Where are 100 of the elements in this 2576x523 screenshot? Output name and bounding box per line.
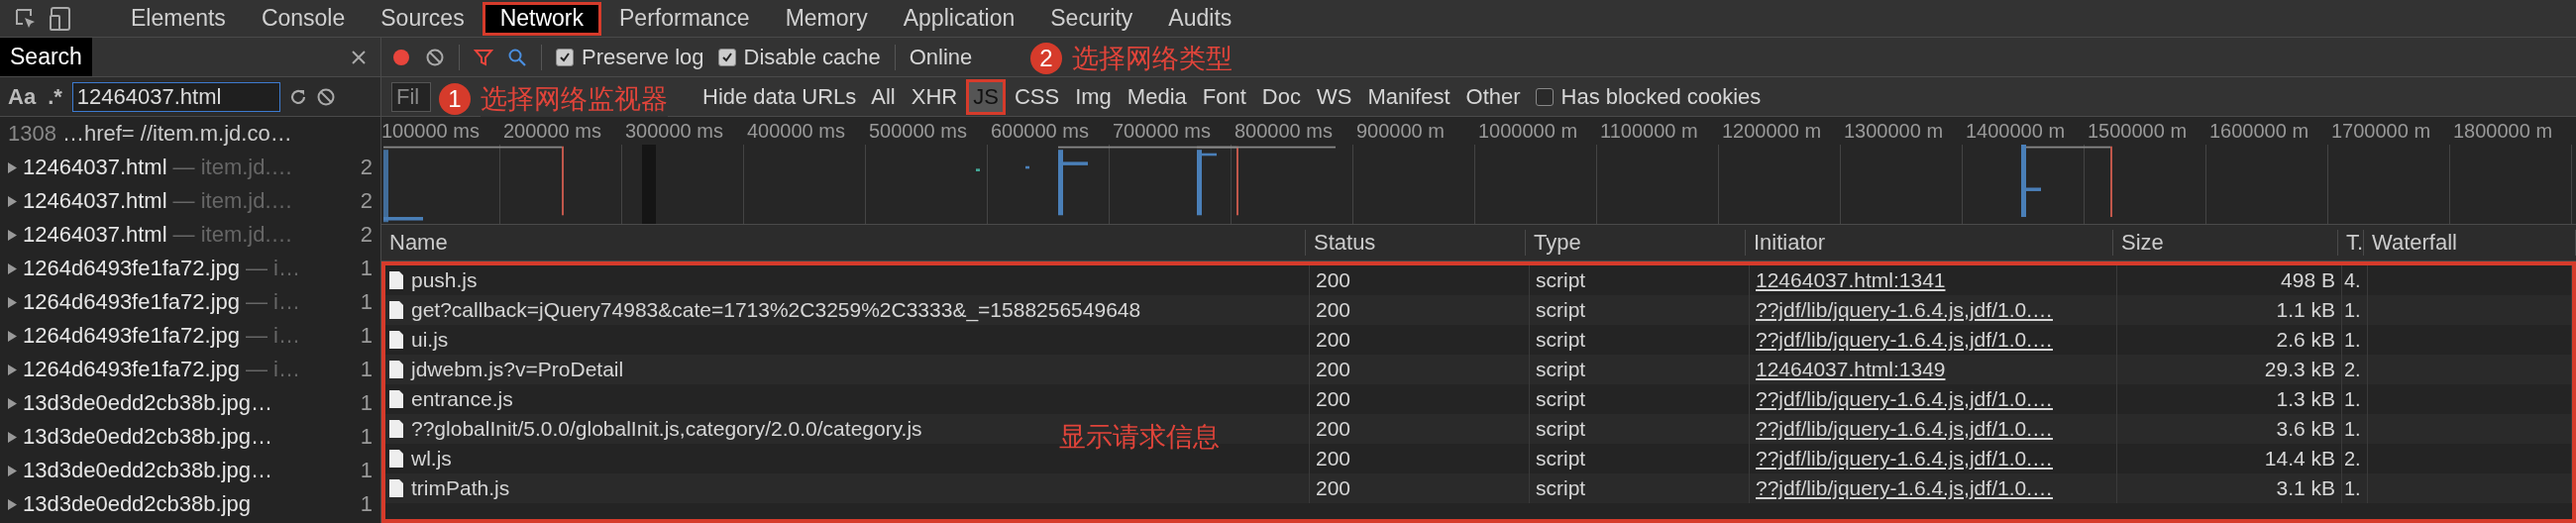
tab[interactable]: Sources <box>363 1 483 36</box>
expand-icon[interactable] <box>8 498 17 510</box>
timeline-tick-label: 400000 ms <box>747 119 846 143</box>
result-source: — i… <box>246 323 300 349</box>
search-tab[interactable]: Search <box>0 38 92 76</box>
expand-icon[interactable] <box>8 397 17 409</box>
result-file[interactable]: 13d3de0edd2cb38b.jpg… <box>23 458 272 483</box>
filter-icon[interactable] <box>474 47 493 67</box>
result-file[interactable]: 13d3de0edd2cb38b.jpg… <box>23 390 272 416</box>
checkbox[interactable] <box>1535 87 1554 106</box>
type-filter[interactable]: Manifest <box>1360 78 1457 115</box>
checkbox-label[interactable]: Has blocked cookies <box>1560 83 1762 110</box>
type-filter[interactable]: Media <box>1120 78 1194 115</box>
type-filter[interactable]: All <box>864 78 903 115</box>
expand-icon[interactable] <box>8 195 17 207</box>
clear-icon[interactable] <box>425 47 445 67</box>
request-name[interactable]: get?callback=jQuery74983&cate=1713%2C3259%2C3333&_=1588256549648 <box>411 298 1141 322</box>
annotation-text: 显示请求信息 <box>1059 421 1220 454</box>
column-header[interactable]: T. <box>2338 230 2364 256</box>
tab[interactable]: Security <box>1032 1 1151 36</box>
record-icon[interactable] <box>391 47 411 67</box>
size-cell: 3.6 kB <box>2276 417 2335 441</box>
checkbox-label[interactable]: Hide data URLs <box>702 83 857 110</box>
initiator-link[interactable]: ??jdf/lib/jquery-1.6.4.js,jdf/1.0.… <box>1756 387 2053 411</box>
expand-icon[interactable] <box>8 465 17 476</box>
clear-icon[interactable] <box>315 86 336 107</box>
expand-icon[interactable] <box>8 296 17 308</box>
request-name[interactable]: push.js <box>411 268 478 292</box>
column-header[interactable]: Type <box>1526 230 1746 256</box>
match-count: 2 <box>360 188 373 214</box>
initiator-link[interactable]: ??jdf/lib/jquery-1.6.4.js,jdf/1.0.… <box>1756 328 2053 352</box>
checkbox[interactable] <box>556 48 574 66</box>
tab[interactable]: Elements <box>113 1 244 36</box>
result-file[interactable]: 1264d6493fe1fa72.jpg <box>23 323 240 349</box>
search-icon[interactable] <box>507 47 527 67</box>
status-cell: 200 <box>1316 476 1351 500</box>
tab[interactable]: Network <box>482 1 601 36</box>
type-filter[interactable]: Other <box>1458 78 1528 115</box>
column-header[interactable]: Waterfall <box>2364 230 2576 256</box>
type-filter[interactable]: Img <box>1068 78 1119 115</box>
type-filter[interactable]: Doc <box>1254 78 1308 115</box>
throttling-select[interactable]: Online <box>909 44 973 70</box>
column-header[interactable]: Size <box>2113 230 2338 256</box>
type-cell: script <box>1536 298 1586 322</box>
request-name[interactable]: wl.js <box>411 447 452 471</box>
result-file[interactable]: 12464037.html <box>23 222 167 248</box>
request-name[interactable]: jdwebm.js?v=ProDetail <box>411 358 624 381</box>
checkbox-label[interactable]: Disable cache <box>743 44 881 70</box>
initiator-link[interactable]: ??jdf/lib/jquery-1.6.4.js,jdf/1.0.… <box>1756 417 2053 441</box>
status-cell: 200 <box>1316 328 1351 352</box>
initiator-link[interactable]: ??jdf/lib/jquery-1.6.4.js,jdf/1.0.… <box>1756 447 2053 471</box>
initiator-link[interactable]: 12464037.html:1341 <box>1756 268 1946 292</box>
type-filter[interactable]: WS <box>1309 78 1359 115</box>
checkbox[interactable] <box>717 48 736 66</box>
timeline-tick-label: 1800000 m <box>2453 119 2554 143</box>
type-filter[interactable]: XHR <box>904 78 965 115</box>
search-match[interactable]: …href= //item.m.jd.co… <box>61 121 292 147</box>
result-file[interactable]: 13d3de0edd2cb38b.jpg <box>23 491 251 517</box>
initiator-link[interactable]: ??jdf/lib/jquery-1.6.4.js,jdf/1.0.… <box>1756 476 2053 500</box>
result-file[interactable]: 12464037.html <box>23 188 167 214</box>
type-filter[interactable]: CSS <box>1007 78 1067 115</box>
result-file[interactable]: 1264d6493fe1fa72.jpg <box>23 256 240 281</box>
request-name[interactable]: trimPath.js <box>411 476 510 500</box>
device-icon[interactable] <box>50 5 73 32</box>
file-icon <box>389 390 403 408</box>
time-cell: 1. <box>2344 328 2361 352</box>
request-name[interactable]: ui.js <box>411 328 449 352</box>
initiator-link[interactable]: 12464037.html:1349 <box>1756 358 1946 381</box>
result-file[interactable]: 13d3de0edd2cb38b.jpg… <box>23 424 272 450</box>
column-header[interactable]: Name <box>381 230 1306 256</box>
checkbox-label[interactable]: Preserve log <box>582 44 704 70</box>
column-header[interactable]: Initiator <box>1746 230 2113 256</box>
regex-toggle[interactable]: .* <box>46 83 64 110</box>
filter-field[interactable]: Fil <box>391 81 431 112</box>
tab[interactable]: Audits <box>1150 1 1250 36</box>
tab[interactable]: Console <box>243 1 364 36</box>
result-file[interactable]: 12464037.html <box>23 155 167 180</box>
initiator-link[interactable]: ??jdf/lib/jquery-1.6.4.js,jdf/1.0.… <box>1756 298 2053 322</box>
size-cell: 29.3 kB <box>2264 358 2335 381</box>
tab[interactable]: Memory <box>767 1 886 36</box>
expand-icon[interactable] <box>8 364 17 375</box>
request-name[interactable]: entrance.js <box>411 387 513 411</box>
match-case-toggle[interactable]: Aa <box>6 83 39 110</box>
tab[interactable]: Performance <box>601 1 768 36</box>
request-name[interactable]: ??globalInit/5.0.0/globalInit.js,category/2.0.0/category.js <box>411 417 922 441</box>
tab[interactable]: Application <box>885 1 1033 36</box>
search-field[interactable]: 12464037.html <box>71 81 280 112</box>
expand-icon[interactable] <box>8 431 17 443</box>
match-count: 1 <box>360 323 373 349</box>
result-file[interactable]: 1264d6493fe1fa72.jpg <box>23 289 240 315</box>
column-header[interactable]: Status <box>1306 230 1526 256</box>
file-icon <box>389 271 403 289</box>
expand-icon[interactable] <box>8 330 17 342</box>
expand-icon[interactable] <box>8 262 17 274</box>
expand-icon[interactable] <box>8 161 17 173</box>
type-filter[interactable]: Font <box>1195 78 1253 115</box>
result-file[interactable]: 1264d6493fe1fa72.jpg <box>23 357 240 382</box>
timeline-tick-label: 1000000 m <box>1478 119 1579 143</box>
close-icon[interactable] <box>351 49 367 65</box>
expand-icon[interactable] <box>8 229 17 241</box>
